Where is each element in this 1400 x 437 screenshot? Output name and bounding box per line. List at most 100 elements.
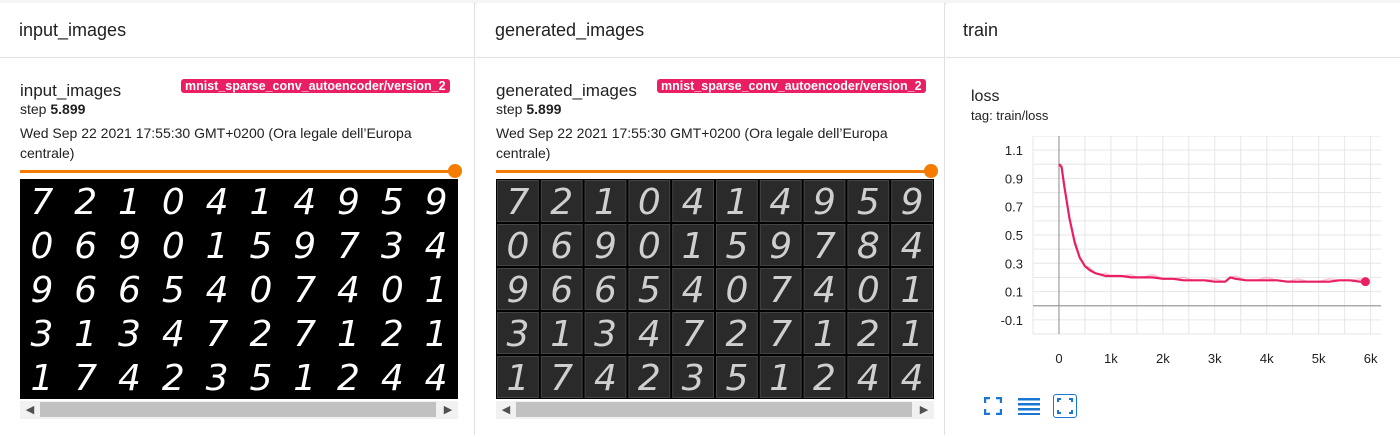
digit-sample: 4 [425, 358, 448, 399]
step-slider-track[interactable] [496, 170, 930, 173]
scroll-left-icon[interactable]: ◀ [22, 402, 38, 418]
digit-sample: 9 [769, 226, 792, 267]
x-tick-label: 4k [1260, 351, 1274, 366]
digit-sample: 4 [206, 182, 229, 223]
digit-sample: 6 [550, 270, 573, 311]
digit-sample: 7 [506, 182, 529, 223]
y-tick-label: 0.9 [1005, 171, 1023, 186]
scrollbar-thumb[interactable] [516, 402, 912, 417]
horizontal-scrollbar[interactable]: ◀ ▶ [496, 401, 934, 419]
pane-header-generated-images[interactable]: generated_images [476, 3, 944, 58]
digit-sample: 7 [30, 182, 53, 223]
x-tick-label: 3k [1208, 351, 1222, 366]
digit-sample: 1 [118, 182, 141, 223]
digit-sample: 4 [638, 314, 661, 355]
step-label: step [496, 101, 523, 117]
digit-sample: 3 [30, 314, 53, 355]
digit-sample: 7 [769, 270, 792, 311]
digit-sample: 3 [594, 314, 617, 355]
step-slider-knob[interactable] [924, 164, 938, 178]
digit-sample: 4 [206, 270, 229, 311]
pane-input-images: input_images input_images mnist_sparse_c… [0, 3, 475, 435]
pane-header-input-images[interactable]: input_images [0, 3, 474, 58]
fullscreen-icon[interactable] [981, 394, 1005, 418]
digit-sample: 9 [594, 226, 617, 267]
step-label: step [20, 101, 47, 117]
loss-last-point [1360, 277, 1370, 287]
chart-toolbar [981, 394, 1077, 418]
digit-sample: 5 [381, 182, 404, 223]
fit-domain-icon[interactable] [1053, 394, 1077, 418]
digit-sample: 4 [813, 270, 836, 311]
x-tick-label: 1k [1104, 351, 1118, 366]
digit-sample: 1 [901, 270, 924, 311]
digit-sample: 9 [118, 226, 141, 267]
digit-sample: 0 [162, 182, 185, 223]
scrollbar-thumb[interactable] [40, 402, 436, 417]
image-card-input: input_images mnist_sparse_conv_autoencod… [0, 61, 474, 435]
pane-header-train[interactable]: train [946, 3, 1400, 58]
step-readout: step 5.899 [20, 101, 85, 117]
digit-sample: 1 [725, 182, 748, 223]
scroll-left-icon[interactable]: ◀ [498, 402, 514, 418]
digit-sample: 1 [293, 358, 316, 399]
digit-image-grid: 7 2 1 0 4 1 4 9 5 90 6 9 0 1 5 9 7 8 49 6 6 5 4 0 7 4 0 13 1 3 4 7 2 7 1 2 1… [496, 179, 934, 399]
digit-sample: 7 [769, 314, 792, 355]
step-readout: step 5.899 [496, 101, 561, 117]
digit-sample: 4 [293, 182, 316, 223]
digit-sample: 7 [682, 314, 705, 355]
digit-sample: 7 [74, 358, 97, 399]
digit-sample: 0 [506, 226, 529, 267]
digit-sample: 2 [813, 358, 836, 399]
digit-sample: 1 [769, 358, 792, 399]
digit-sample: 8 [857, 226, 880, 267]
digit-sample: 5 [638, 270, 661, 311]
digit-sample: 4 [162, 314, 185, 355]
digit-sample: 9 [506, 270, 529, 311]
step-slider-track[interactable] [20, 170, 454, 173]
digit-sample: 7 [206, 314, 229, 355]
chart-tag: tag: train/loss [971, 108, 1049, 123]
digit-sample: 1 [901, 314, 924, 355]
digit-sample: 9 [813, 182, 836, 223]
x-tick-label: 6k [1364, 351, 1378, 366]
digit-sample: 3 [206, 358, 229, 399]
pane-train: train loss tag: train/loss 1.1 0.9 0.7 0.5 0… [946, 3, 1400, 435]
digit-sample: 1 [249, 182, 272, 223]
timestamp: Wed Sep 22 2021 17:55:30 GMT+0200 (Ora l… [20, 125, 412, 161]
digit-sample: 2 [74, 182, 97, 223]
digit-sample: 0 [30, 226, 53, 267]
scroll-right-icon[interactable]: ▶ [916, 402, 932, 418]
digit-sample: 5 [249, 226, 272, 267]
loss-chart[interactable]: 1.1 0.9 0.7 0.5 0.3 0.1 -0.1 0 1k 2k 3k 4k 5k 6k [971, 136, 1391, 381]
digit-sample: 1 [506, 358, 529, 399]
x-tick-label: 2k [1156, 351, 1170, 366]
digit-sample: 0 [638, 226, 661, 267]
card-title: generated_images [496, 81, 637, 100]
digit-sample: 1 [425, 270, 448, 311]
lines-icon[interactable] [1017, 394, 1041, 418]
chart-title: loss [971, 88, 1000, 105]
horizontal-scrollbar[interactable]: ◀ ▶ [20, 401, 458, 419]
image-card-generated: generated_images mnist_sparse_conv_autoe… [476, 61, 944, 435]
digit-sample: 0 [162, 226, 185, 267]
digit-sample: 9 [901, 182, 924, 223]
y-tick-label: -0.1 [1001, 313, 1023, 328]
digit-sample: 9 [425, 182, 448, 223]
digit-sample: 1 [74, 314, 97, 355]
digit-sample: 9 [293, 226, 316, 267]
digit-image-grid: 7 2 1 0 4 1 4 9 5 90 6 9 0 1 5 9 7 3 49 6 6 5 4 0 7 4 0 13 1 3 4 7 2 7 1 2 1… [20, 179, 458, 399]
digit-sample: 5 [857, 182, 880, 223]
step-value: 5.899 [526, 101, 562, 117]
digit-sample: 2 [638, 358, 661, 399]
y-tick-label: 0.3 [1005, 256, 1023, 271]
loss-raw-line [1059, 163, 1366, 283]
step-slider-knob[interactable] [448, 164, 462, 178]
digit-sample: 0 [249, 270, 272, 311]
digit-sample: 1 [337, 314, 360, 355]
digit-sample: 5 [725, 226, 748, 267]
digit-sample: 0 [725, 270, 748, 311]
digit-sample: 4 [682, 182, 705, 223]
digit-sample: 9 [30, 270, 53, 311]
scroll-right-icon[interactable]: ▶ [440, 402, 456, 418]
